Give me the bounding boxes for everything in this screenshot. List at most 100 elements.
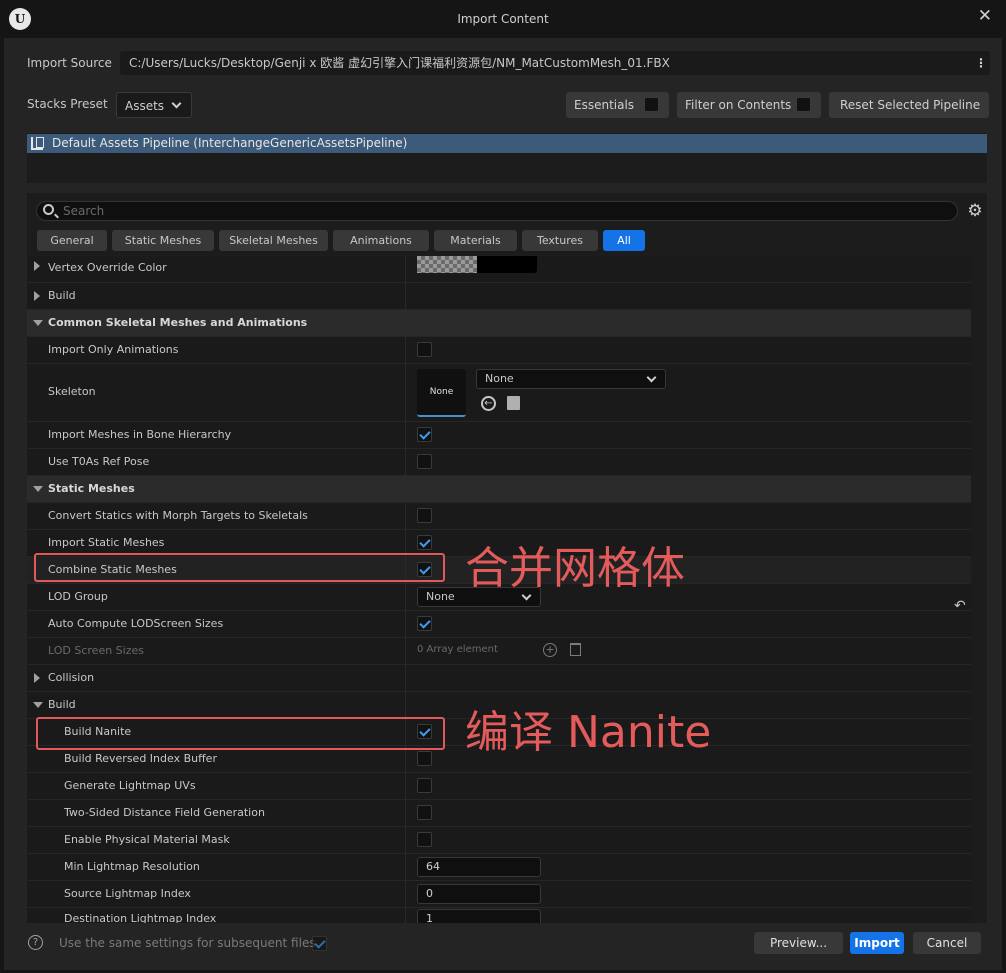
reset-to-default-icon[interactable]: ↶ [954,598,966,614]
destination-lightmap-index-input[interactable]: 1 [417,909,541,923]
tab-materials[interactable]: Materials [434,230,517,251]
collapse-arrow-icon[interactable] [33,320,43,326]
expand-arrow-icon[interactable] [34,261,40,271]
tab-animations[interactable]: Animations [333,230,429,251]
tab-skeletal-meshes[interactable]: Skeletal Meshes [219,230,328,251]
use-t0as-ref-pose-checkbox[interactable] [417,454,432,469]
array-count: 0 Array element [417,644,498,655]
property-label: Skeleton [48,385,96,398]
property-label: Build Reversed Index Buffer [64,752,217,765]
property-label: Build [48,289,76,302]
column-divider [405,800,406,826]
import-source-label: Import Source [27,56,112,70]
column-divider [405,773,406,799]
search-placeholder: Search [63,204,105,218]
search-input[interactable]: Search [36,201,958,221]
chevron-down-icon [646,372,657,383]
property-label: Import Meshes in Bone Hierarchy [48,428,232,441]
color-swatch-transparent[interactable] [417,256,477,273]
import-static-meshes-checkbox[interactable] [417,535,432,550]
enable-physical-material-mask-checkbox[interactable] [417,832,432,847]
essentials-label: Essentials [574,98,635,112]
import-meshes-bone-hierarchy-checkbox[interactable] [417,427,432,442]
annotation-text-nanite: 编译 Nanite [465,707,712,758]
column-divider [405,283,406,309]
column-divider [405,854,406,880]
column-divider [405,256,406,282]
import-only-animations-checkbox[interactable] [417,342,432,357]
column-divider [405,827,406,853]
add-element-icon[interactable]: + [543,643,557,657]
source-lightmap-index-input[interactable]: 0 [417,884,541,904]
filter-on-contents-checkbox[interactable] [796,97,811,112]
essentials-toggle[interactable]: Essentials [566,92,669,118]
annotation-highlight-nanite [36,717,445,750]
use-selected-asset-icon[interactable]: ← [481,396,496,411]
tab-textures[interactable]: Textures [522,230,598,251]
property-row: Convert Statics with Morph Targets to Sk… [27,503,971,530]
column-divider [405,584,406,610]
pipeline-list: Default Assets Pipeline (InterchangeGene… [27,133,987,183]
property-row: Use T0As Ref Pose [27,449,971,476]
tab-static-meshes[interactable]: Static Meshes [112,230,214,251]
tab-general[interactable]: General [37,230,107,251]
generate-lightmap-uvs-checkbox[interactable] [417,778,432,793]
title-bar: U Import Content ✕ [0,0,1006,38]
annotation-text-combine: 合并网格体 [465,543,685,594]
property-label: LOD Group [48,590,108,603]
skeleton-dropdown[interactable]: None [476,369,666,389]
expand-arrow-icon[interactable] [34,291,40,301]
min-lightmap-resolution-input[interactable]: 64 [417,857,541,877]
property-row: Source Lightmap Index 0 [27,881,971,908]
reset-selected-pipeline-button[interactable]: Reset Selected Pipeline [829,92,989,118]
stacks-preset-dropdown[interactable]: Assets [116,92,192,118]
property-label: Enable Physical Material Mask [64,833,230,846]
property-row: LOD Screen Sizes 0 Array element + [27,638,971,665]
property-label: Import Static Meshes [48,536,165,549]
window-title: Import Content [457,12,549,26]
gear-icon[interactable]: ⚙ [966,202,984,220]
cancel-button[interactable]: Cancel [913,932,981,954]
essentials-checkbox[interactable] [644,97,659,112]
dialog-body: Import Source C:/Users/Lucks/Desktop/Gen… [4,38,1002,970]
lod-group-value: None [426,590,455,603]
auto-compute-lod-checkbox[interactable] [417,616,432,631]
tab-all[interactable]: All [603,230,645,251]
chevron-down-icon [171,98,182,109]
property-label: Min Lightmap Resolution [64,860,200,873]
skeleton-thumbnail[interactable]: None [417,369,466,417]
column-divider [405,665,406,691]
property-label: Two-Sided Distance Field Generation [64,806,265,819]
category-row[interactable]: Static Meshes [27,476,971,503]
help-icon[interactable]: ? [28,935,43,950]
same-settings-label: Use the same settings for subsequent fil… [59,936,316,950]
collapse-arrow-icon[interactable] [33,486,43,492]
property-label: Convert Statics with Morph Targets to Sk… [48,509,308,522]
expand-arrow-icon[interactable] [34,673,40,683]
two-sided-distance-checkbox[interactable] [417,805,432,820]
skeleton-value: None [485,372,514,385]
collapse-arrow-icon[interactable] [33,702,43,708]
convert-statics-morph-checkbox[interactable] [417,508,432,523]
property-label: Import Only Animations [48,343,179,356]
color-swatch-black[interactable] [477,256,537,273]
column-divider [405,503,406,529]
filter-on-contents-toggle[interactable]: Filter on Contents [677,92,821,118]
more-options-icon[interactable]: ⋮ [975,52,987,74]
pipeline-item-default[interactable]: Default Assets Pipeline (InterchangeGene… [27,134,987,153]
import-button[interactable]: Import [850,932,904,954]
column-divider [405,881,406,907]
column-divider [405,337,406,363]
close-icon[interactable]: ✕ [978,6,992,26]
column-divider [405,449,406,475]
trash-icon[interactable] [570,643,581,656]
preview-button[interactable]: Preview... [754,932,843,954]
browse-asset-icon[interactable] [507,396,520,410]
annotation-highlight-combine [34,553,445,582]
property-row: Collision [27,665,971,692]
pipeline-icon [31,137,44,150]
same-settings-checkbox[interactable] [312,936,327,951]
import-source-field[interactable]: C:/Users/Lucks/Desktop/Genji x 欧酱 虚幻引擎入门… [120,51,990,75]
build-reversed-index-checkbox[interactable] [417,751,432,766]
category-row[interactable]: Common Skeletal Meshes and Animations [27,310,971,337]
